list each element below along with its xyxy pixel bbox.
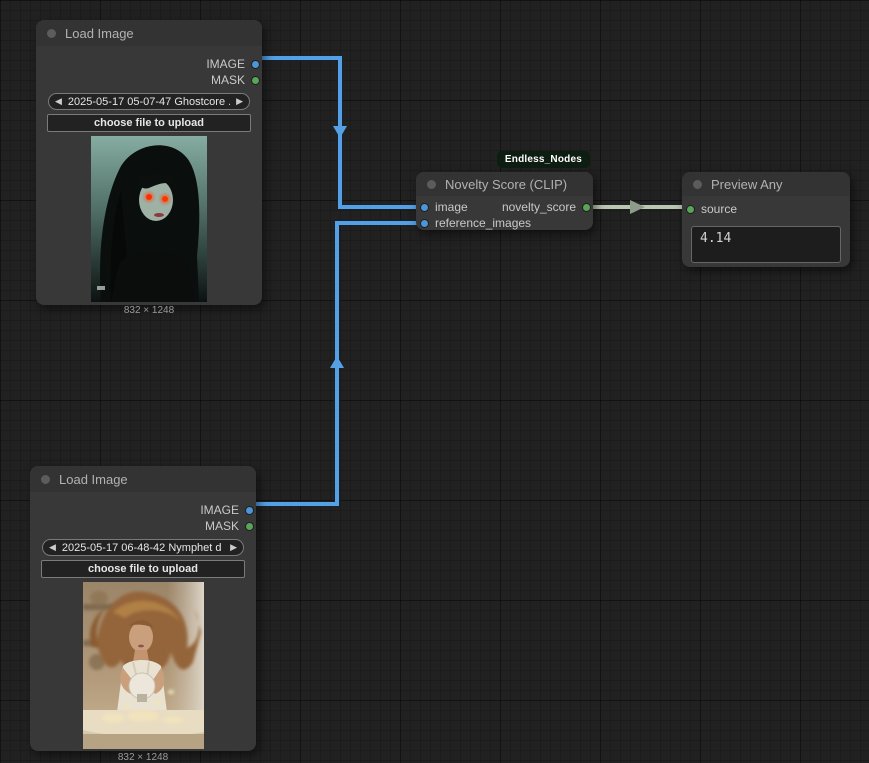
- choose-file-button[interactable]: choose file to upload: [47, 114, 251, 132]
- image-file-combo[interactable]: ◀ 2025-05-17 05-07-47 Ghostcore ... ▶: [48, 93, 250, 110]
- output-port-image[interactable]: [251, 60, 260, 69]
- input-label-reference-images: reference_images: [435, 216, 531, 230]
- image-size-label: 832 × 1248: [118, 752, 168, 763]
- input-port-reference-images[interactable]: [420, 219, 429, 228]
- node-title-bar[interactable]: Novelty Score (CLIP): [416, 172, 593, 196]
- input-label-image: image: [435, 200, 468, 214]
- link-image-bottom-outline: [247, 223, 424, 504]
- output-label-image: IMAGE: [206, 57, 245, 71]
- preview-value-box[interactable]: 4.14: [691, 226, 841, 263]
- combo-value: 2025-05-17 06-48-42 Nymphet d ...: [62, 542, 224, 554]
- node-preview-any[interactable]: Preview Any source 4.14: [682, 172, 850, 267]
- link-image-bottom: [247, 223, 424, 504]
- output-port-mask[interactable]: [245, 522, 254, 531]
- node-graph-canvas[interactable]: Load Image IMAGE MASK ◀ 2025-05-17 05-07…: [0, 0, 869, 763]
- choose-file-label: choose file to upload: [94, 117, 204, 129]
- node-title-bar[interactable]: Load Image: [36, 20, 262, 46]
- node-title-bar[interactable]: Preview Any: [682, 172, 850, 196]
- link-arrow-up: [330, 356, 344, 368]
- input-port-source[interactable]: [686, 205, 695, 214]
- image-size-label: 832 × 1248: [124, 305, 174, 316]
- combo-prev-icon[interactable]: ◀: [49, 94, 68, 109]
- endless-nodes-badge: Endless_Nodes: [497, 151, 590, 168]
- combo-prev-icon[interactable]: ◀: [43, 540, 62, 555]
- output-label-novelty-score: novelty_score: [502, 200, 576, 214]
- image-preview-ghostcore: [91, 136, 207, 302]
- node-title: Novelty Score (CLIP): [445, 177, 567, 192]
- collapse-dot-icon[interactable]: [427, 180, 436, 189]
- collapse-dot-icon[interactable]: [693, 180, 702, 189]
- input-port-image[interactable]: [420, 203, 429, 212]
- link-image-top: [256, 58, 424, 207]
- link-arrow-right: [630, 200, 645, 214]
- node-load-image-top[interactable]: Load Image IMAGE MASK ◀ 2025-05-17 05-07…: [36, 20, 262, 305]
- preview-value: 4.14: [700, 231, 731, 246]
- combo-next-icon[interactable]: ▶: [230, 94, 249, 109]
- collapse-dot-icon[interactable]: [47, 29, 56, 38]
- node-title-bar[interactable]: Load Image: [30, 466, 256, 492]
- node-title: Preview Any: [711, 177, 783, 192]
- node-load-image-bottom[interactable]: Load Image IMAGE MASK ◀ 2025-05-17 06-48…: [30, 466, 256, 751]
- link-image-top-outline: [256, 58, 424, 207]
- output-port-novelty-score[interactable]: [582, 203, 591, 212]
- output-label-mask: MASK: [211, 73, 245, 87]
- choose-file-button[interactable]: choose file to upload: [41, 560, 245, 578]
- link-arrow-down: [333, 126, 347, 138]
- output-label-mask: MASK: [205, 519, 239, 533]
- node-novelty-score[interactable]: Endless_Nodes Novelty Score (CLIP) image…: [416, 172, 593, 230]
- combo-value: 2025-05-17 05-07-47 Ghostcore ...: [68, 96, 230, 108]
- choose-file-label: choose file to upload: [88, 563, 198, 575]
- input-label-source: source: [701, 202, 737, 216]
- collapse-dot-icon[interactable]: [41, 475, 50, 484]
- output-port-mask[interactable]: [251, 76, 260, 85]
- image-file-combo[interactable]: ◀ 2025-05-17 06-48-42 Nymphet d ... ▶: [42, 539, 244, 556]
- node-title: Load Image: [59, 472, 128, 487]
- output-label-image: IMAGE: [200, 503, 239, 517]
- node-title: Load Image: [65, 26, 134, 41]
- image-preview-nymphet: [83, 582, 204, 749]
- combo-next-icon[interactable]: ▶: [224, 540, 243, 555]
- output-port-image[interactable]: [245, 506, 254, 515]
